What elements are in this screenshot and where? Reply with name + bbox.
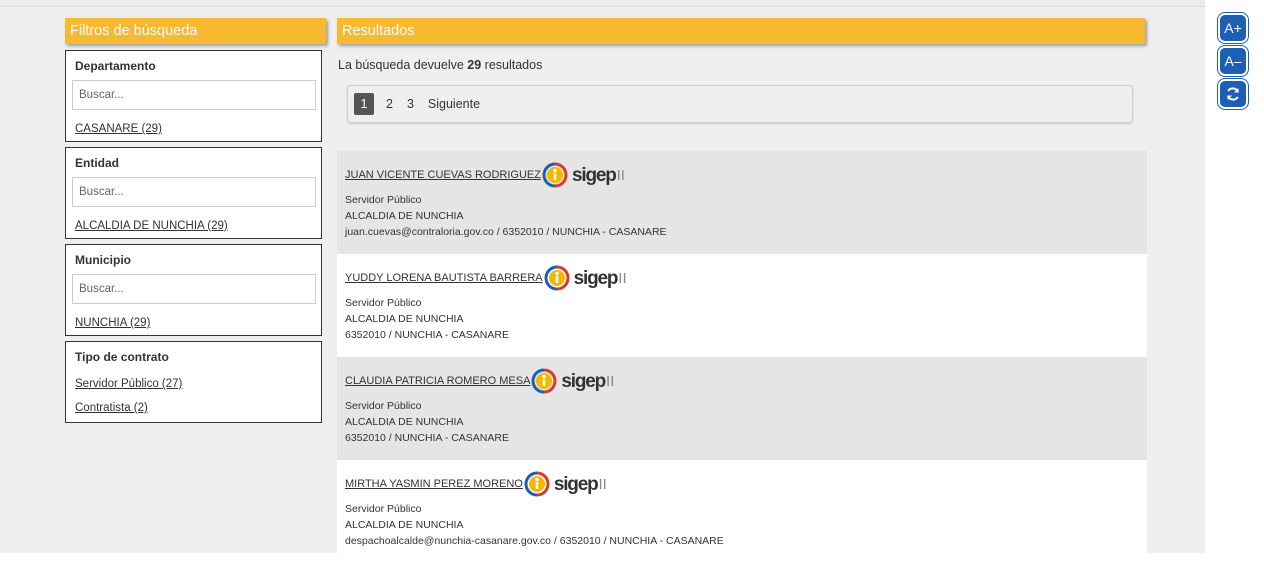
sigep-person-icon [524,471,550,497]
top-bar [0,0,1205,7]
result-contact: 6352010 / NUNCHIA - CASANARE [345,329,509,341]
filter-departamento: Departamento CASANARE (29) [65,50,322,142]
result-item: CLAUDIA PATRICIA ROMERO MESA sigep II Se… [337,357,1147,460]
result-contact: despachoalcalde@nunchia-casanare.gov.co … [345,535,724,547]
next-page-button[interactable]: Siguiente [428,97,480,111]
result-entity: ALCALDIA DE NUNCHIA [345,519,464,531]
sigep-logo-text: sigep [553,473,599,495]
page-3-button[interactable]: 3 [407,97,414,111]
filter-title: Entidad [75,156,119,170]
result-role: Servidor Público [345,400,422,412]
sigep-logo-text: sigep [561,370,606,392]
sigep-logo-roman: II [618,269,627,287]
filter-option-alcaldia[interactable]: ALCALDIA DE NUNCHIA (29) [75,220,315,232]
result-name-link[interactable]: CLAUDIA PATRICIA ROMERO MESA [345,375,530,387]
page-2-button[interactable]: 2 [386,97,393,111]
filter-tipo-contrato: Tipo de contrato Servidor Público (27) C… [65,341,322,423]
result-role: Servidor Público [345,194,422,206]
pagination: 1 2 3 Siguiente [347,85,1133,123]
results-summary: La búsqueda devuelve 29 resultados [338,58,1147,76]
result-entity: ALCALDIA DE NUNCHIA [345,313,464,325]
result-role: Servidor Público [345,297,422,309]
result-item: MIRTHA YASMIN PEREZ MORENO sigep II Serv… [337,460,1147,563]
decrease-font-button[interactable]: A– [1217,45,1249,77]
result-role: Servidor Público [345,503,422,515]
departamento-search-input[interactable] [72,80,316,110]
results-header: Resultados [337,18,1145,44]
filter-option-nunchia[interactable]: NUNCHIA (29) [75,317,315,329]
increase-font-button[interactable]: A+ [1217,12,1249,44]
filter-title: Municipio [75,253,131,267]
filter-option-casanare[interactable]: CASANARE (29) [75,123,315,135]
filter-option-contratista[interactable]: Contratista (2) [75,402,315,414]
entidad-search-input[interactable] [72,177,316,207]
summary-suffix: resultados [481,58,543,72]
municipio-search-input[interactable] [72,274,316,304]
results-panel: Resultados La búsqueda devuelve 29 resul… [337,18,1147,563]
result-contact: 6352010 / NUNCHIA - CASANARE [345,432,509,444]
sigep-logo: sigep II [542,162,625,188]
result-item: YUDDY LORENA BAUTISTA BARRERA sigep II S… [337,254,1147,357]
results-count: 29 [467,58,482,72]
sigep-logo: sigep II [544,265,627,291]
sigep-logo: sigep II [524,471,607,497]
reset-font-button[interactable] [1217,78,1249,110]
sigep-logo-roman: II [598,475,607,493]
sigep-person-icon [531,368,557,394]
refresh-icon [1227,87,1239,101]
filter-title: Tipo de contrato [75,350,169,364]
sigep-logo-roman: II [606,372,615,390]
filter-option-servidor-publico[interactable]: Servidor Público (27) [75,378,315,390]
result-item: JUAN VICENTE CUEVAS RODRIGUEZ sigep II S… [337,151,1147,254]
result-entity: ALCALDIA DE NUNCHIA [345,210,464,222]
summary-prefix: La búsqueda devuelve [338,58,468,72]
results-list: JUAN VICENTE CUEVAS RODRIGUEZ sigep II S… [337,151,1147,563]
filters-sidebar: Filtros de búsqueda Departamento CASANAR… [65,18,326,428]
filter-title: Departamento [75,59,156,73]
sigep-logo-text: sigep [572,164,617,186]
filter-municipio: Municipio NUNCHIA (29) [65,244,322,336]
filters-header: Filtros de búsqueda [65,18,326,44]
filter-entidad: Entidad ALCALDIA DE NUNCHIA (29) [65,147,322,239]
result-name-link[interactable]: YUDDY LORENA BAUTISTA BARRERA [345,272,543,284]
result-contact: juan.cuevas@contraloria.gov.co / 6352010… [345,226,667,238]
accessibility-toolbar: A+ A– [1217,12,1252,112]
result-name-link[interactable]: JUAN VICENTE CUEVAS RODRIGUEZ [345,169,541,181]
sigep-logo-text: sigep [573,267,619,289]
result-name-link[interactable]: MIRTHA YASMIN PEREZ MORENO [345,478,523,490]
sigep-person-icon [542,162,568,188]
sigep-logo-roman: II [616,166,625,184]
result-entity: ALCALDIA DE NUNCHIA [345,416,464,428]
sigep-logo: sigep II [531,368,614,394]
sigep-person-icon [544,265,570,291]
page-1-button[interactable]: 1 [354,93,374,115]
